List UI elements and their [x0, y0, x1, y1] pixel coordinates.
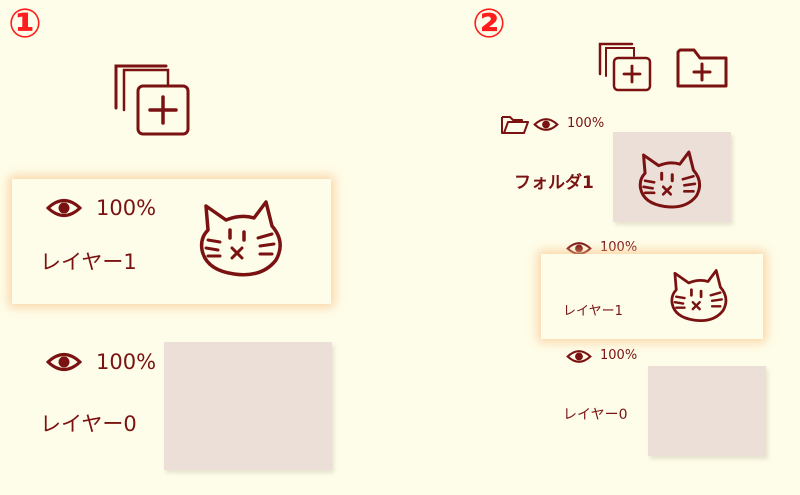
- eye-icon[interactable]: [46, 350, 82, 374]
- layer-name: レイヤー1: [40, 250, 137, 274]
- layer-name: レイヤー1: [563, 304, 623, 319]
- new-layer-icon[interactable]: [110, 60, 194, 140]
- opacity-value: 100%: [96, 196, 157, 220]
- new-layer-icon[interactable]: [596, 40, 656, 96]
- empty-layer-thumbnail: [648, 366, 766, 456]
- cat-thumbnail-icon: [638, 150, 702, 209]
- folder-name: フォルダ1: [514, 173, 594, 193]
- opacity-value: 100%: [600, 240, 638, 255]
- step-two-number: ②: [472, 1, 506, 47]
- empty-layer-thumbnail: [164, 342, 332, 470]
- cat-thumbnail-icon: [670, 269, 728, 322]
- eye-icon[interactable]: [46, 196, 82, 220]
- new-folder-icon[interactable]: [674, 44, 730, 92]
- layer-name: レイヤー0: [563, 407, 628, 423]
- cat-thumbnail-icon: [199, 200, 282, 277]
- layer-name: レイヤー0: [40, 412, 137, 436]
- opacity-value: 100%: [96, 350, 157, 374]
- open-folder-icon[interactable]: [500, 113, 530, 135]
- eye-icon[interactable]: [533, 116, 559, 133]
- opacity-value: 100%: [567, 116, 605, 131]
- step-one-number: ①: [8, 1, 42, 47]
- opacity-value: 100%: [600, 348, 638, 363]
- eye-icon[interactable]: [566, 348, 592, 365]
